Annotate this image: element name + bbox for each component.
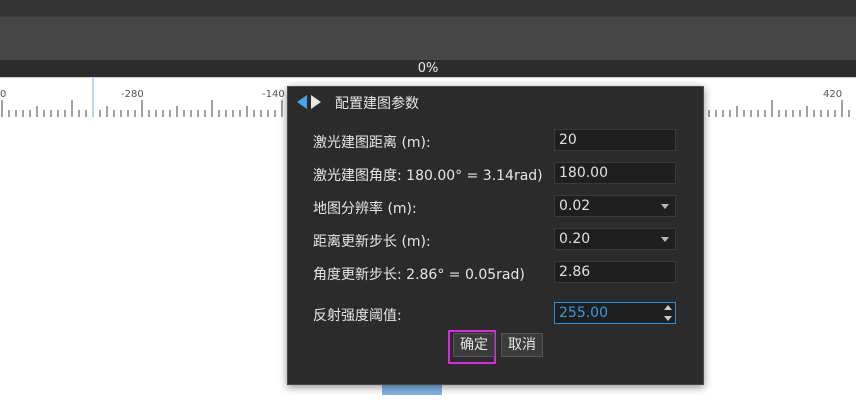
dialog-titlebar[interactable]: 配置建图参数 — [288, 87, 703, 115]
ruler-label-minus-140: -140 — [262, 89, 285, 100]
laser-distance-input[interactable] — [554, 129, 676, 151]
spin-up-icon[interactable] — [664, 305, 672, 310]
angle-step-label: 角度更新步长: 2.86° = 0.05rad) — [313, 267, 525, 283]
angle-step-input[interactable] — [554, 261, 676, 283]
map-resolution-value: 0.02 — [559, 198, 591, 214]
distance-step-label: 距离更新步长 (m): — [313, 234, 431, 250]
top-bar — [0, 0, 856, 16]
ok-button[interactable]: 确定 — [453, 333, 495, 357]
ruler-label-minus-280: -280 — [121, 89, 144, 100]
progress-text: 0% — [417, 61, 439, 76]
ruler-label-0: 0 — [0, 89, 7, 100]
spin-down-icon[interactable] — [664, 316, 672, 321]
map-resolution-select[interactable]: 0.02 — [554, 195, 676, 217]
laser-angle-input[interactable] — [554, 162, 676, 184]
map-resolution-label: 地图分辨率 (m): — [313, 201, 417, 217]
config-map-params-dialog: 配置建图参数 激光建图距离 (m): 激光建图角度: 180.00° = 3.1… — [287, 86, 704, 385]
toolbar — [0, 16, 856, 61]
dialog-title: 配置建图参数 — [335, 96, 419, 112]
reflect-threshold-value: 255.00 — [559, 305, 608, 321]
distance-step-value: 0.20 — [559, 231, 591, 247]
reflect-threshold-spinbox[interactable]: 255.00 — [554, 302, 676, 324]
ruler-label-420: 420 — [823, 89, 843, 100]
distance-step-select[interactable]: 0.20 — [554, 228, 676, 250]
laser-angle-label: 激光建图角度: 180.00° = 3.14rad) — [313, 168, 543, 184]
laser-distance-label: 激光建图距离 (m): — [313, 135, 431, 151]
reflect-threshold-label: 反射强度阈值: — [313, 308, 402, 324]
progress-bar: 0% — [0, 60, 856, 77]
chevron-down-icon — [661, 204, 669, 209]
chevron-down-icon — [661, 237, 669, 242]
diamond-arrows-icon — [297, 95, 321, 109]
cancel-button[interactable]: 取消 — [501, 333, 543, 357]
